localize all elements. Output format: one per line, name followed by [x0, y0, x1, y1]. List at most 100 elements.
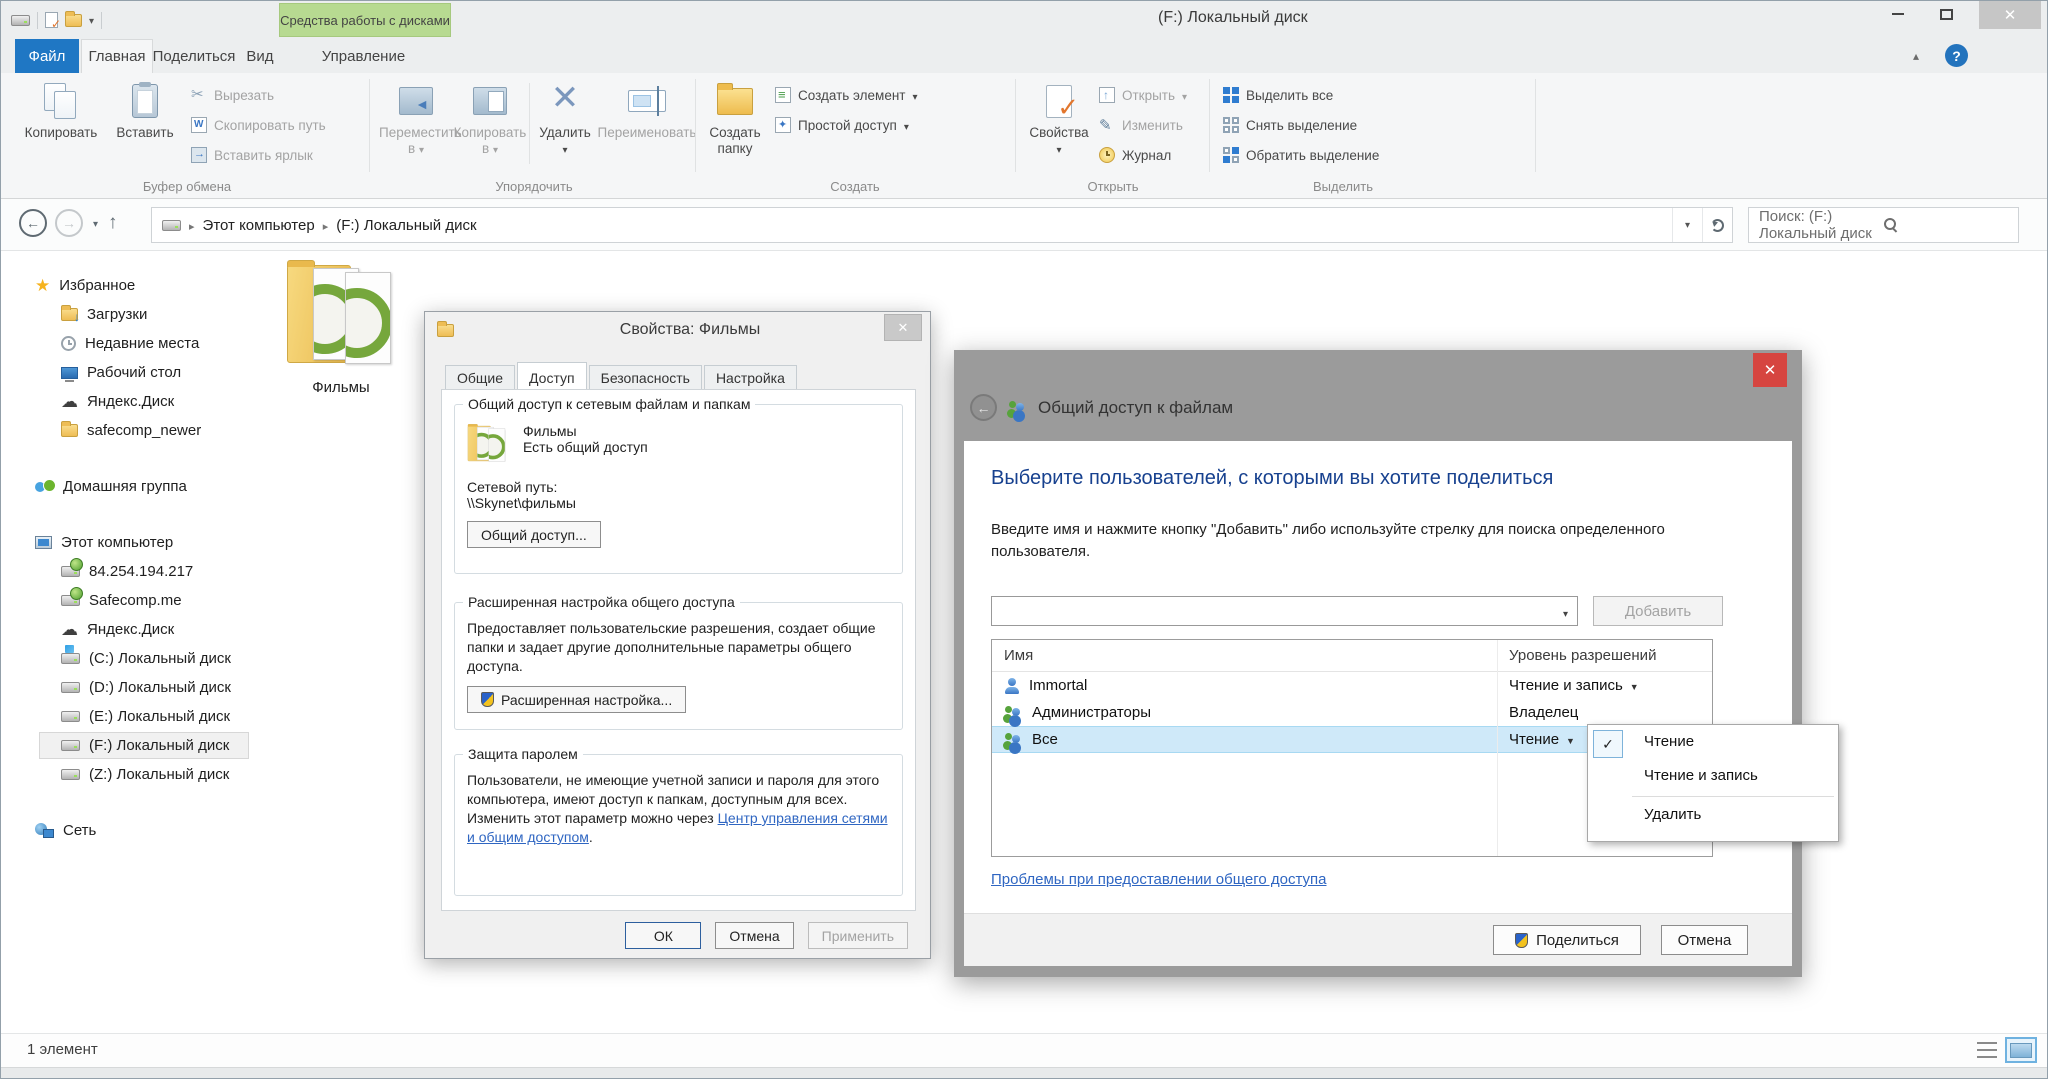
cut-label: Вырезать: [214, 88, 274, 103]
sharing-dialog-titlebar: Общий доступ к файлам: [970, 394, 1233, 421]
sidebar-item-drive-d[interactable]: (D:) Локальный диск: [1, 673, 259, 702]
sidebar-item-desktop[interactable]: Рабочий стол: [1, 358, 259, 387]
back-button[interactable]: [19, 209, 47, 237]
breadcrumb-drive-f[interactable]: (F:) Локальный диск: [336, 217, 476, 234]
tab-home[interactable]: Главная: [81, 39, 153, 73]
copy-button[interactable]: Копировать: [15, 77, 107, 141]
paste-button[interactable]: Вставить: [109, 77, 181, 141]
advanced-sharing-button[interactable]: Расширенная настройка...: [467, 686, 686, 713]
copy-to-button[interactable]: Копироватьв: [453, 77, 527, 159]
permission-dropdown-icon[interactable]: [1630, 677, 1639, 694]
share-confirm-button[interactable]: Поделиться: [1493, 925, 1641, 955]
cut-button[interactable]: Вырезать: [191, 83, 367, 107]
invert-selection-button[interactable]: Обратить выделение: [1223, 143, 1453, 167]
sidebar-item-network[interactable]: Сеть: [1, 816, 259, 845]
sharing-dialog-body: Выберите пользователей, с которыми вы хо…: [964, 441, 1792, 913]
tab-share[interactable]: Поделиться: [153, 39, 235, 73]
copy-path-button[interactable]: Скопировать путь: [191, 113, 367, 137]
menu-item-remove[interactable]: Удалить: [1588, 800, 1838, 830]
new-item-button[interactable]: Создать элемент: [775, 83, 1011, 107]
rename-button[interactable]: Переименовать: [597, 77, 697, 141]
tab-view-label: Вид: [246, 48, 273, 65]
menu-item-read-write[interactable]: Чтение и запись: [1588, 759, 1838, 793]
open-button[interactable]: Открыть: [1099, 83, 1209, 107]
edit-button[interactable]: Изменить: [1099, 113, 1209, 137]
address-dropdown-icon[interactable]: [1672, 208, 1702, 242]
move-to-button[interactable]: Переместитьв: [379, 77, 453, 159]
list-header[interactable]: Имя Уровень разрешений: [992, 640, 1712, 672]
permission-dropdown-icon[interactable]: [1566, 731, 1575, 748]
paste-icon: [132, 84, 158, 118]
thumbnail-view-icon[interactable]: [2005, 1037, 2037, 1063]
address-breadcrumb[interactable]: Этот компьютер (F:) Локальный диск: [151, 207, 1733, 243]
delete-button[interactable]: Удалить: [533, 77, 597, 159]
sidebar-item-drive-e[interactable]: (E:) Локальный диск: [1, 702, 259, 731]
sidebar-item-yandex-disk[interactable]: Яндекс.Диск: [1, 387, 259, 416]
tab-sharing[interactable]: Доступ: [517, 362, 587, 390]
details-view-icon[interactable]: [1977, 1042, 1997, 1058]
history-button[interactable]: Журнал: [1099, 143, 1209, 167]
forward-button[interactable]: [55, 209, 83, 237]
sidebar-item-safecomp-newer[interactable]: safecomp_newer: [1, 416, 259, 445]
select-all-button[interactable]: Выделить все: [1223, 83, 1453, 107]
share-button-small[interactable]: Общий доступ...: [467, 521, 601, 548]
select-none-icon: [1223, 117, 1239, 133]
sidebar-item-net-ip[interactable]: 84.254.194.217: [1, 557, 259, 586]
sidebar-item-drive-f[interactable]: (F:) Локальный диск: [39, 732, 249, 759]
properties-quick-icon[interactable]: [45, 12, 58, 28]
sidebar-item-homegroup[interactable]: Домашняя группа: [1, 472, 259, 501]
sidebar-item-downloads[interactable]: Загрузки: [1, 300, 259, 329]
user-combo-box[interactable]: [991, 596, 1578, 626]
search-icon[interactable]: [1884, 218, 2009, 232]
sharing-cancel-button[interactable]: Отмена: [1661, 925, 1748, 955]
new-folder-button[interactable]: Создатьпапку: [701, 77, 769, 157]
ok-button[interactable]: ОК: [625, 922, 701, 949]
apply-button[interactable]: Применить: [808, 922, 908, 949]
recent-locations-arrow-icon[interactable]: [93, 214, 98, 232]
properties-close-button[interactable]: [884, 314, 922, 341]
user-row-immortal[interactable]: Immortal Чтение и запись: [992, 672, 1712, 699]
menu-item-read[interactable]: Чтение: [1588, 725, 1838, 759]
tab-file[interactable]: Файл: [15, 39, 79, 73]
sidebar-item-drive-z[interactable]: (Z:) Локальный диск: [1, 760, 259, 789]
user-row-administrators[interactable]: Администраторы Владелец: [992, 699, 1712, 726]
select-none-button[interactable]: Снять выделение: [1223, 113, 1453, 137]
sidebar-item-favorites[interactable]: Избранное: [1, 271, 259, 300]
checked-item-icon: [1593, 730, 1623, 758]
sharing-back-button[interactable]: [970, 394, 997, 421]
sidebar-item-safecomp-me[interactable]: Safecomp.me: [1, 586, 259, 615]
refresh-button[interactable]: [1702, 208, 1732, 242]
close-button[interactable]: [1979, 1, 2041, 29]
paste-shortcut-button[interactable]: Вставить ярлык: [191, 143, 367, 167]
permission-value: Чтение: [1509, 731, 1559, 748]
add-user-button[interactable]: Добавить: [1593, 596, 1723, 626]
easy-access-button[interactable]: Простой доступ: [775, 113, 1011, 137]
properties-icon: [1046, 85, 1072, 118]
sidebar-item-yandex-disk-2[interactable]: Яндекс.Диск: [1, 615, 259, 644]
new-folder-quick-icon[interactable]: [65, 14, 82, 27]
minimize-ribbon-icon[interactable]: [1913, 47, 1919, 65]
user-icon: [1004, 678, 1020, 694]
properties-button[interactable]: Свойства: [1023, 77, 1095, 159]
folder-tile-films[interactable]: Фильмы: [283, 257, 399, 396]
minimize-button[interactable]: [1883, 1, 1913, 27]
cancel-button[interactable]: Отмена: [715, 922, 793, 949]
sharing-close-button[interactable]: [1753, 353, 1787, 387]
search-box[interactable]: Поиск: (F:) Локальный диск: [1748, 207, 2019, 243]
sidebar-item-drive-c[interactable]: (C:) Локальный диск: [1, 644, 259, 673]
sidebar-item-recent-places[interactable]: Недавние места: [1, 329, 259, 358]
paste-shortcut-label: Вставить ярлык: [214, 148, 313, 163]
tab-view[interactable]: Вид: [235, 39, 285, 73]
sidebar-item-this-pc[interactable]: Этот компьютер: [1, 528, 259, 557]
breadcrumb-this-pc[interactable]: Этот компьютер: [203, 217, 315, 234]
maximize-button[interactable]: [1931, 1, 1961, 27]
customize-toolbar-arrow-icon[interactable]: [89, 11, 94, 29]
help-icon[interactable]: [1945, 44, 1968, 67]
column-separator: [1497, 640, 1498, 856]
copy-label: Копировать: [25, 125, 98, 140]
navigation-pane: Избранное Загрузки Недавние места Рабочи…: [1, 251, 259, 1033]
sharing-problems-link[interactable]: Проблемы при предоставлении общего досту…: [991, 871, 1327, 888]
combo-dropdown-icon[interactable]: [1563, 604, 1568, 622]
tab-manage[interactable]: Управление: [301, 39, 426, 73]
up-button[interactable]: [108, 212, 118, 234]
